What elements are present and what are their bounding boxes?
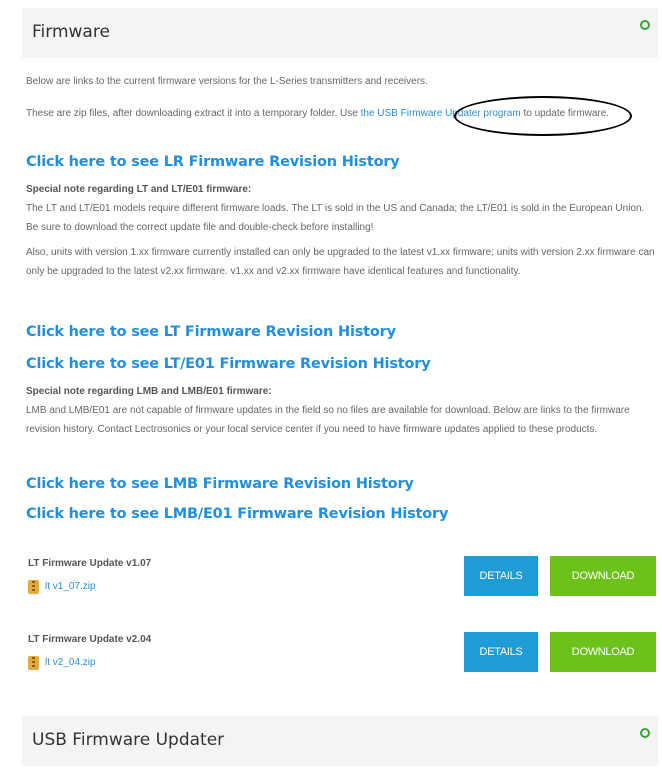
- lr-history-link[interactable]: Click here to see LR Firmware Revision H…: [26, 154, 400, 170]
- zip-text-before: These are zip files, after downloading e…: [26, 108, 361, 119]
- lt-note-title: Special note regarding LT and LT/E01 fir…: [26, 184, 252, 195]
- usb-updater-title: USB Firmware Updater: [32, 730, 225, 750]
- lt-history-link[interactable]: Click here to see LT Firmware Revision H…: [26, 324, 396, 340]
- update-name: LT Firmware Update v2.04: [28, 634, 152, 645]
- update-name: LT Firmware Update v1.07: [28, 558, 152, 569]
- firmware-update-row: LT Firmware Update v2.04 lt v2_04.zip DE…: [26, 632, 658, 682]
- firmware-title: Firmware: [32, 22, 110, 42]
- lt-note-body: The LT and LT/E01 models require differe…: [26, 203, 645, 233]
- download-button[interactable]: DOWNLOAD: [550, 632, 656, 672]
- usb-updater-section-header[interactable]: USB Firmware Updater: [22, 716, 658, 766]
- firmware-update-row: LT Firmware Update v1.07 lt v1_07.zip DE…: [26, 556, 658, 606]
- download-button[interactable]: DOWNLOAD: [550, 556, 656, 596]
- update-file[interactable]: lt v1_07.zip: [28, 578, 96, 594]
- lmb-history-link[interactable]: Click here to see LMB Firmware Revision …: [26, 476, 414, 492]
- lt-note-body2: Also, units with version 1.xx firmware c…: [26, 247, 655, 277]
- lmb-note: Special note regarding LMB and LMB/E01 f…: [22, 382, 658, 439]
- lmb-note-body: LMB and LMB/E01 are not capable of firmw…: [26, 405, 630, 435]
- lt-note: Special note regarding LT and LT/E01 fir…: [22, 180, 658, 281]
- lmb-note-title: Special note regarding LMB and LMB/E01 f…: [26, 386, 272, 397]
- firmware-intro: Below are links to the current firmware …: [22, 72, 658, 91]
- annotation-circle: [454, 96, 632, 136]
- firmware-section-header[interactable]: Firmware: [22, 8, 658, 58]
- update-filename[interactable]: lt v1_07.zip: [45, 581, 96, 592]
- intro-text: Below are links to the current firmware …: [26, 76, 428, 87]
- details-button[interactable]: DETAILS: [464, 632, 538, 672]
- details-button[interactable]: DETAILS: [464, 556, 538, 596]
- circle-toggle-icon[interactable]: [640, 20, 650, 30]
- zip-file-icon: [28, 579, 39, 594]
- circle-toggle-icon[interactable]: [640, 728, 650, 738]
- lmbe01-history-link[interactable]: Click here to see LMB/E01 Firmware Revis…: [26, 506, 448, 522]
- update-file[interactable]: lt v2_04.zip: [28, 654, 96, 670]
- update-filename[interactable]: lt v2_04.zip: [45, 657, 96, 668]
- lte01-history-link[interactable]: Click here to see LT/E01 Firmware Revisi…: [26, 356, 431, 372]
- zip-file-icon: [28, 655, 39, 670]
